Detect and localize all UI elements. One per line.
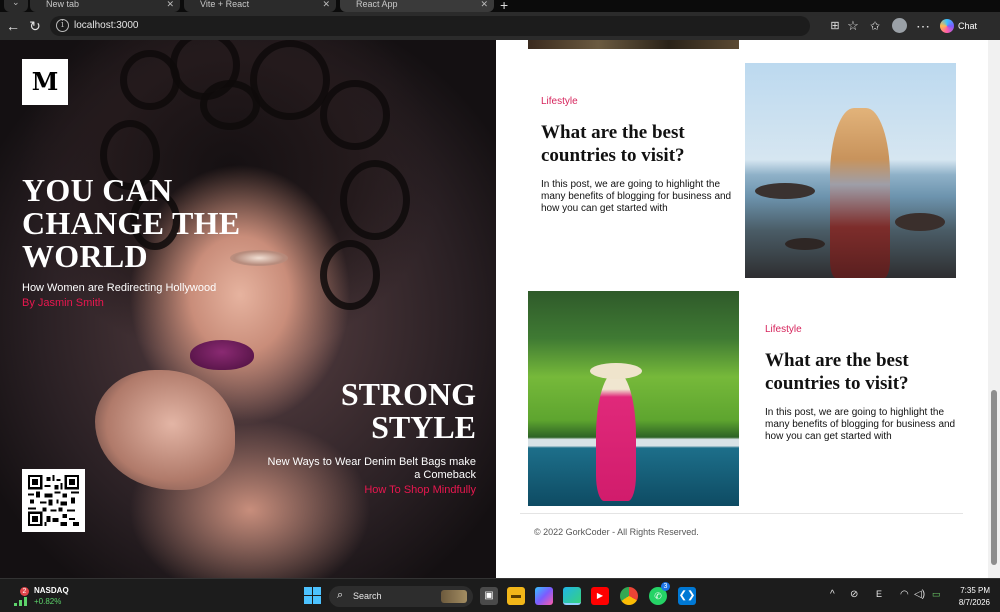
youtube-icon[interactable]: ▶ [591, 587, 609, 605]
scrollbar-thumb[interactable] [991, 390, 997, 565]
tab-new-tab[interactable]: New tab ✕ [30, 0, 180, 12]
search-highlight-image [441, 590, 467, 603]
avatar[interactable] [892, 18, 907, 33]
input-language-icon[interactable]: E [876, 589, 882, 599]
favorites-icon[interactable]: ✩ [866, 17, 884, 35]
tab-vite-react[interactable]: Vite + React ✕ [184, 0, 336, 12]
info-icon[interactable]: i [56, 19, 69, 32]
whatsapp-badge: 3 [661, 582, 670, 591]
notification-badge: 2 [20, 587, 29, 596]
chart-bars-icon [14, 597, 27, 606]
split-screen-icon[interactable]: ⊞ [826, 17, 844, 35]
feature-link[interactable]: How To Shop Mindfully [364, 484, 476, 497]
previous-article-image[interactable] [528, 40, 739, 49]
file-explorer-icon[interactable]: ▬ [507, 587, 525, 605]
chevron-up-icon[interactable]: ^ [830, 589, 835, 600]
chevron-down-icon: ⌄ [12, 0, 20, 7]
footer-divider [520, 513, 963, 514]
stock-widget[interactable]: 2 NASDAQ +0.82% [14, 585, 94, 609]
site-logo[interactable]: M [22, 59, 68, 105]
taskbar-search[interactable]: ⌕ Search [329, 586, 473, 607]
close-icon[interactable]: ✕ [166, 0, 174, 9]
stock-name: NASDAQ [34, 586, 69, 595]
page-viewport: M YOU CAN CHANGE THE WORLD How Women are… [0, 40, 1000, 578]
article-image-rice-terraces[interactable] [528, 291, 739, 506]
more-options-icon[interactable]: ⋯ [914, 17, 932, 35]
footer-copyright: © 2022 GorkCoder - All Rights Reserved. [534, 527, 699, 537]
article-excerpt: In this post, we are going to highlight … [765, 407, 956, 442]
article-excerpt: In this post, we are going to highlight … [541, 179, 732, 214]
tab-react-app[interactable]: React App ✕ [340, 0, 494, 12]
stock-change: +0.82% [34, 597, 62, 606]
refresh-icon[interactable]: ↻ [26, 17, 44, 35]
qr-code [22, 469, 85, 532]
edge-browser-icon[interactable] [563, 587, 581, 605]
browser-tab-strip: ⌄ New tab ✕ Vite + React ✕ React App ✕ + [0, 0, 1000, 13]
hero-section: M YOU CAN CHANGE THE WORLD How Women are… [0, 40, 496, 578]
hidden-icons-icon[interactable]: ⊘ [850, 589, 858, 600]
favorite-star-icon[interactable]: ☆ [844, 17, 862, 35]
chrome-icon[interactable] [620, 587, 638, 605]
hero-byline[interactable]: By Jasmin Smith [22, 297, 104, 310]
battery-icon[interactable]: ▭ [932, 589, 941, 600]
wifi-icon[interactable]: ◠ [900, 589, 909, 600]
task-view-icon[interactable]: ▣ [480, 587, 498, 605]
article-category[interactable]: Lifestyle [541, 96, 578, 108]
back-arrow-icon[interactable]: ← [4, 17, 22, 35]
volume-icon[interactable]: ◁) [914, 589, 925, 600]
address-url: localhost:3000 [74, 20, 139, 31]
feature-subtitle: New Ways to Wear Denim Belt Bags make a … [267, 456, 476, 481]
windows-start-icon[interactable] [304, 587, 321, 604]
address-bar[interactable]: i localhost:3000 [50, 16, 810, 36]
feature-headline: STRONG STYLE [340, 376, 476, 445]
article-category[interactable]: Lifestyle [765, 324, 802, 336]
clock-time[interactable]: 7:35 PM [956, 586, 990, 595]
vscode-icon[interactable]: ❮❯ [678, 587, 696, 605]
article-title[interactable]: What are the best countries to visit? [765, 349, 955, 395]
copilot-chat-button[interactable]: Chat [938, 17, 977, 35]
clock-date[interactable]: 8/7/2026 [950, 598, 990, 607]
browser-toolbar: ← ↻ i localhost:3000 ⊞ ☆ ✩ ⋯ Chat [0, 12, 1000, 40]
close-icon[interactable]: ✕ [322, 0, 330, 9]
page-scrollbar[interactable] [988, 40, 1000, 578]
close-icon[interactable]: ✕ [480, 0, 488, 9]
article-image-beach[interactable] [745, 63, 956, 278]
windows-taskbar: 2 NASDAQ +0.82% ⌕ Search ▣ ▬ ▶ ✆ 3 ❮❯ ^ … [0, 578, 1000, 612]
search-icon: ⌕ [337, 589, 344, 601]
hero-subtitle: How Women are Redirecting Hollywood [22, 282, 217, 294]
hero-headline: YOU CAN CHANGE THE WORLD [22, 172, 241, 274]
copilot-icon[interactable] [535, 587, 553, 605]
tab-actions-button[interactable]: ⌄ [4, 0, 28, 12]
search-label: Search [353, 591, 382, 601]
article-title[interactable]: What are the best countries to visit? [541, 121, 731, 167]
